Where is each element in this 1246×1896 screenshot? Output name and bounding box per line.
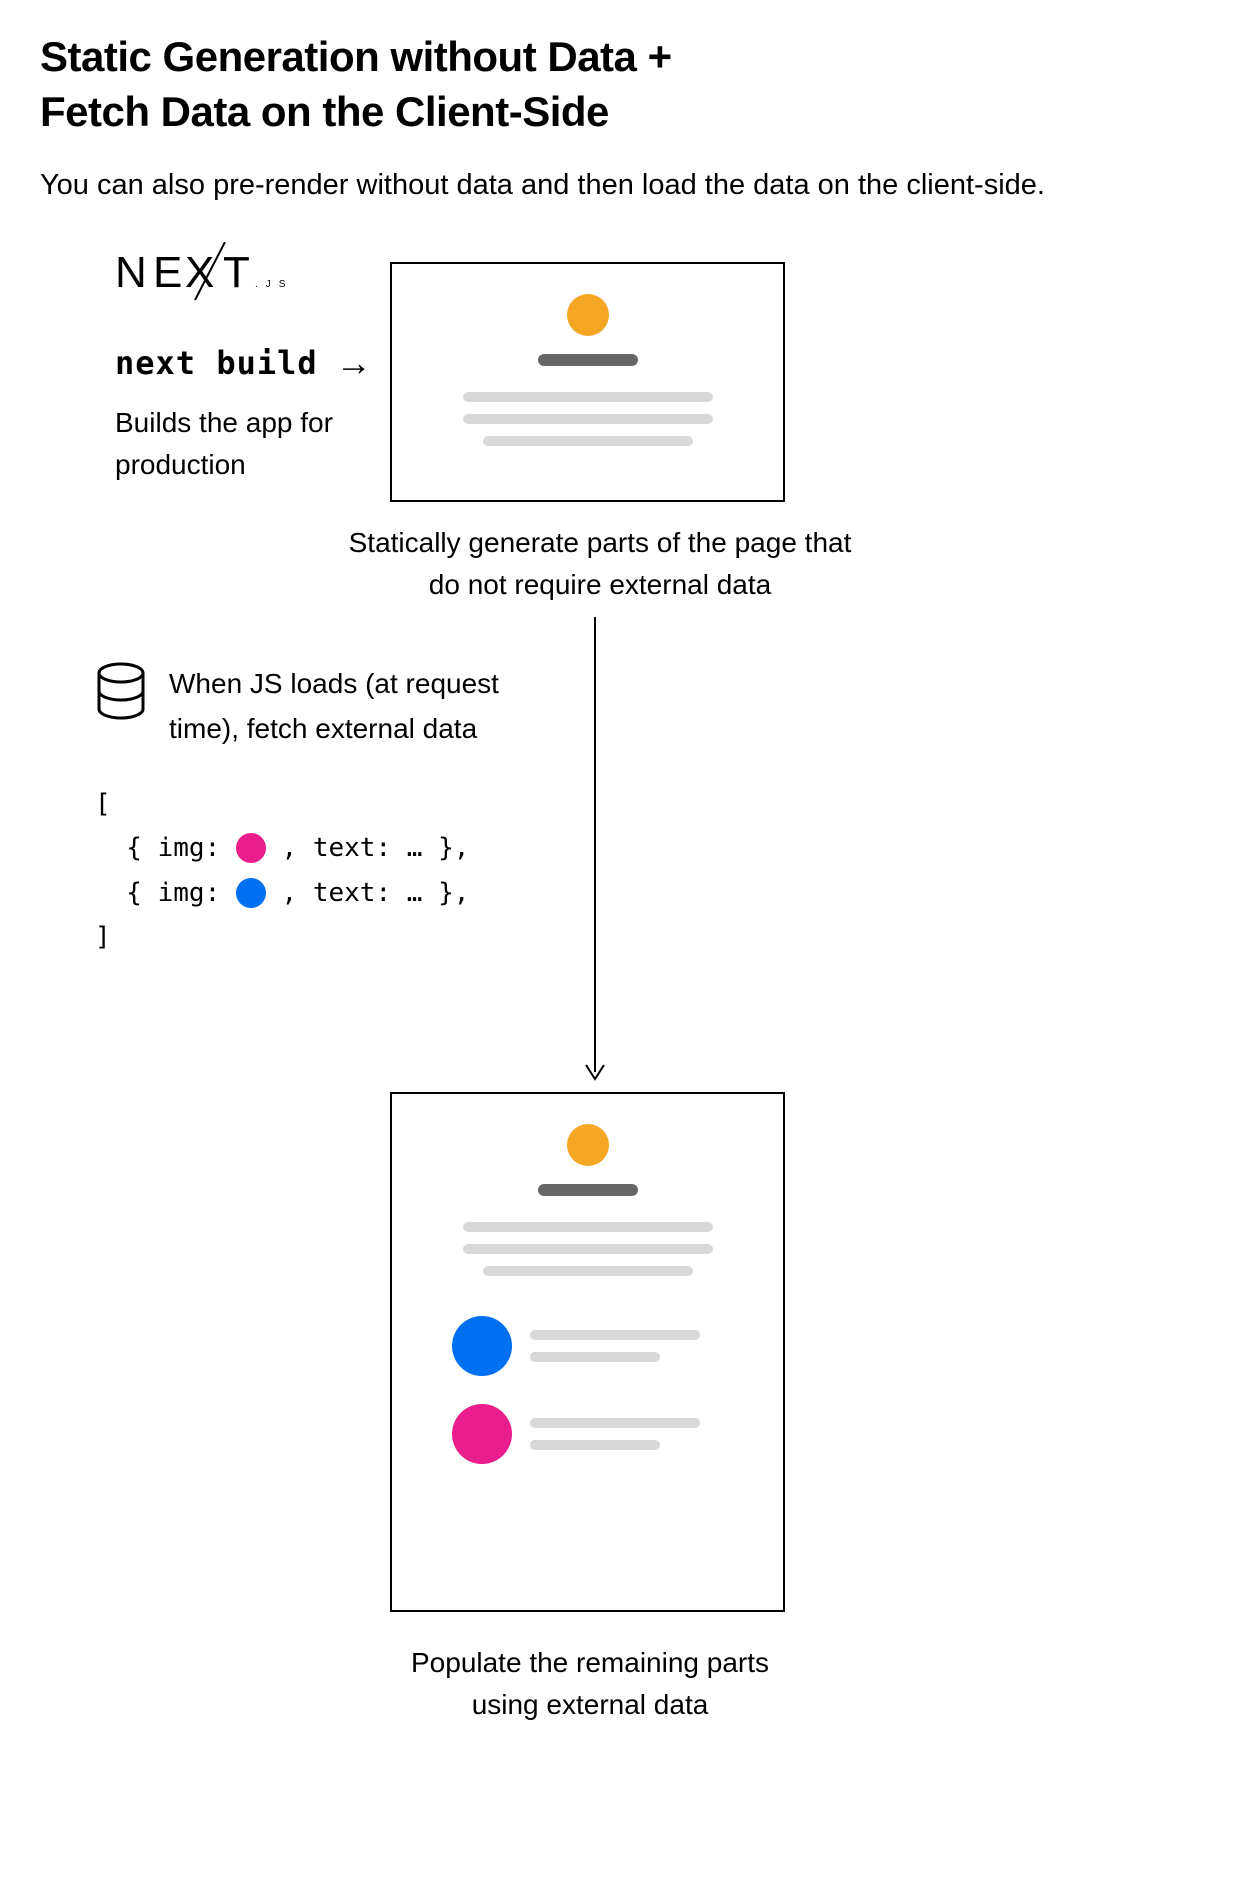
svg-text:E: E <box>153 248 188 297</box>
text-line-placeholder <box>463 392 713 402</box>
caption-static-generate: Statically generate parts of the page th… <box>340 522 860 606</box>
svg-text:N: N <box>115 248 153 297</box>
pink-circle-icon <box>452 1404 512 1464</box>
nextjs-logo-svg: N E X T .JS <box>115 242 315 302</box>
page-subtitle: You can also pre-render without data and… <box>40 169 1206 202</box>
text-line-placeholder <box>463 1222 713 1232</box>
avatar-placeholder <box>567 1124 609 1166</box>
blue-dot-icon <box>236 878 266 908</box>
code-example: [ { img: , text: … }, { img: , text: … }… <box>95 782 469 959</box>
code-line: ] <box>95 915 469 959</box>
code-line: { img: , text: … }, <box>95 826 469 870</box>
list-item <box>452 1316 700 1376</box>
avatar-placeholder <box>567 294 609 336</box>
title-placeholder <box>538 1184 638 1196</box>
text-line-placeholder <box>530 1418 700 1428</box>
blue-circle-icon <box>452 1316 512 1376</box>
database-icon <box>95 662 147 725</box>
svg-text:X: X <box>185 248 220 297</box>
nextjs-logo: N E X T .JS <box>115 242 315 302</box>
page-title: Static Generation without Data + Fetch D… <box>40 30 1206 139</box>
svg-text:.JS: .JS <box>255 279 293 290</box>
title-placeholder <box>538 354 638 366</box>
database-step: When JS loads (at request time), fetch e… <box>95 662 569 752</box>
page-preview-populated <box>390 1092 785 1612</box>
code-line: [ <box>95 782 469 826</box>
build-description: Builds the app for production <box>115 402 375 486</box>
text-line-placeholder <box>463 1244 713 1254</box>
text-line-placeholder <box>530 1352 660 1362</box>
text-line-placeholder <box>530 1330 700 1340</box>
diagram-container: N E X T .JS next build → Builds the app … <box>40 242 1206 1862</box>
svg-text:T: T <box>223 248 258 297</box>
pink-dot-icon <box>236 833 266 863</box>
code-line: { img: , text: … }, <box>95 871 469 915</box>
list-item <box>452 1404 700 1464</box>
text-line-placeholder <box>463 414 713 424</box>
arrow-right-icon: → <box>336 342 372 384</box>
text-line-placeholder <box>483 1266 693 1276</box>
page-preview-static <box>390 262 785 502</box>
flow-arrow-down-icon <box>580 617 610 1092</box>
caption-populate: Populate the remaining parts using exter… <box>400 1642 780 1726</box>
text-line-placeholder <box>483 436 693 446</box>
build-command: next build <box>115 344 318 382</box>
build-command-row: next build → <box>115 342 372 384</box>
database-step-text: When JS loads (at request time), fetch e… <box>169 662 569 752</box>
text-line-placeholder <box>530 1440 660 1450</box>
